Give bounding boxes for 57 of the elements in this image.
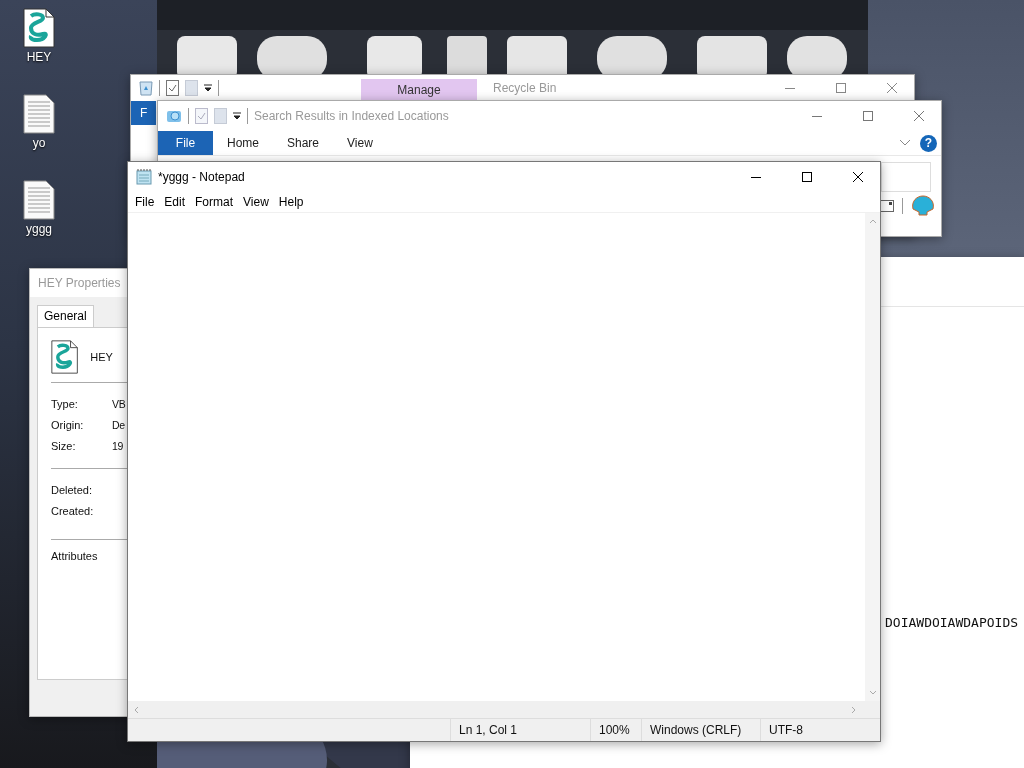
field-label: Size: <box>51 439 77 452</box>
ribbon-tab[interactable]: File <box>158 131 213 155</box>
status-text: Windows (CRLF) <box>641 719 760 741</box>
chevron-down-icon[interactable] <box>900 140 910 146</box>
checkmark-document-icon[interactable] <box>166 80 179 96</box>
scroll-right-icon[interactable] <box>850 705 858 714</box>
menu-item[interactable]: Edit <box>159 195 191 209</box>
ribbon-tab[interactable]: F <box>131 101 157 125</box>
window-title: HEY Properties <box>38 276 121 290</box>
horizontal-scrollbar[interactable] <box>128 701 880 718</box>
checkmark-document-icon[interactable] <box>195 108 208 124</box>
close-icon[interactable] <box>852 172 863 182</box>
field-label: Origin: <box>51 418 85 431</box>
menu-item[interactable]: Format <box>190 195 239 209</box>
menu-item[interactable]: File <box>130 195 160 209</box>
maximize-icon[interactable] <box>801 172 812 182</box>
window-title: Recycle Bin <box>493 81 557 95</box>
search-field[interactable] <box>881 162 931 192</box>
ribbon-tab[interactable]: View <box>333 131 387 155</box>
search-folder-icon <box>166 108 182 124</box>
shell-icon[interactable] <box>911 195 935 217</box>
status-text: 100% <box>590 719 641 741</box>
desktop-icon-label[interactable]: HEY <box>26 50 52 64</box>
field-value: VB <box>112 397 126 410</box>
status-text: UTF-8 <box>760 719 880 741</box>
manage-tab[interactable]: Manage <box>361 79 477 101</box>
recycle-bin-icon <box>139 80 153 96</box>
window-title: *yggg - Notepad <box>158 170 245 184</box>
script-file-icon <box>23 8 55 48</box>
window-title: Search Results in Indexed Locations <box>254 109 449 123</box>
dropdown-icon[interactable] <box>233 112 241 120</box>
help-button[interactable]: ? <box>920 134 937 152</box>
menu-item[interactable]: Help <box>273 195 309 209</box>
field-label: Created: <box>51 504 95 517</box>
field-label: Type: <box>51 397 79 410</box>
text-file-icon <box>23 180 55 220</box>
script-file-icon <box>51 340 79 374</box>
scroll-up-icon[interactable] <box>868 217 877 225</box>
desktop-icon-label[interactable]: yggg <box>26 222 52 236</box>
desktop-icon-label[interactable]: yo <box>32 136 46 150</box>
dialog-tab[interactable]: General <box>37 305 94 327</box>
field-label: Deleted: <box>51 483 93 496</box>
field-value: 19 <box>112 439 124 452</box>
text-file-icon <box>23 94 55 134</box>
ribbon-tab[interactable]: Share <box>273 131 334 155</box>
text-line: DOIAWDOIAWDAPOIDS <box>885 615 1019 630</box>
field-value: De <box>112 418 125 431</box>
field-label: Attributes <box>51 550 99 562</box>
notepad-icon <box>136 169 152 185</box>
scroll-down-icon[interactable] <box>868 689 877 697</box>
menu-item[interactable]: View <box>238 195 274 209</box>
ribbon-tab[interactable]: Home <box>213 131 273 155</box>
dropdown-icon[interactable] <box>204 84 212 92</box>
scroll-left-icon[interactable] <box>132 705 140 714</box>
file-name: HEY <box>90 351 113 363</box>
vertical-scrollbar[interactable] <box>865 213 880 701</box>
status-text: Ln 1, Col 1 <box>450 719 590 741</box>
